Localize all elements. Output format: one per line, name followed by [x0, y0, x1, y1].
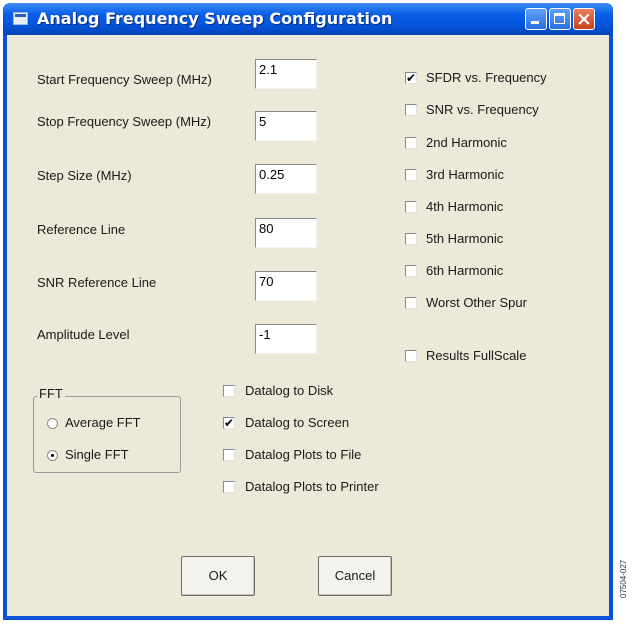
6th-harmonic-label: 6th Harmonic	[426, 263, 504, 278]
datalog-to-disk-checkbox[interactable]	[223, 385, 235, 397]
figure-code: 07504-027	[619, 559, 628, 598]
datalog-to-screen-label: Datalog to Screen	[245, 415, 350, 430]
start-frequency-label: Start Frequency Sweep (MHz)	[37, 72, 212, 87]
snr-vs-frequency-checkbox[interactable]	[405, 104, 417, 116]
5th-harmonic-label: 5th Harmonic	[426, 231, 504, 246]
snr-vs-frequency-label: SNR vs. Frequency	[426, 102, 539, 117]
6th-harmonic-checkbox[interactable]	[405, 265, 417, 277]
minimize-icon	[531, 21, 539, 24]
close-button[interactable]: ×	[573, 8, 595, 30]
cancel-button[interactable]: Cancel	[318, 556, 392, 596]
datalog-plots-to-file-checkbox[interactable]	[223, 449, 235, 461]
single-fft-label: Single FFT	[65, 447, 129, 462]
reference-line-input[interactable]: 80	[255, 218, 317, 248]
results-fullscale-checkbox[interactable]	[405, 350, 417, 362]
stop-frequency-input[interactable]: 5	[255, 111, 317, 141]
ok-button[interactable]: OK	[181, 556, 255, 596]
minimize-button[interactable]	[525, 8, 547, 30]
results-fullscale-label: Results FullScale	[426, 348, 527, 363]
start-frequency-input[interactable]: 2.1	[255, 59, 317, 89]
sfdr-vs-frequency-checkbox[interactable]: ✔	[405, 72, 417, 84]
average-fft-label: Average FFT	[65, 415, 141, 430]
datalog-plots-to-printer-checkbox[interactable]	[223, 481, 235, 493]
step-size-label: Step Size (MHz)	[37, 168, 132, 183]
title-bar[interactable]: Analog Frequency Sweep Configuration ×	[3, 3, 613, 35]
2nd-harmonic-label: 2nd Harmonic	[426, 135, 507, 150]
window-title: Analog Frequency Sweep Configuration	[37, 9, 393, 28]
dialog-window: Analog Frequency Sweep Configuration × S…	[3, 3, 613, 620]
5th-harmonic-checkbox[interactable]	[405, 233, 417, 245]
stop-frequency-label: Stop Frequency Sweep (MHz)	[37, 114, 212, 129]
3rd-harmonic-label: 3rd Harmonic	[426, 167, 505, 182]
datalog-to-disk-label: Datalog to Disk	[245, 383, 334, 398]
datalog-plots-to-printer-label: Datalog Plots to Printer	[245, 479, 379, 494]
single-fft-radio[interactable]	[47, 450, 58, 461]
amplitude-level-label: Amplitude Level	[37, 327, 130, 342]
maximize-button[interactable]	[549, 8, 571, 30]
worst-other-spur-checkbox[interactable]	[405, 297, 417, 309]
worst-other-spur-label: Worst Other Spur	[426, 295, 527, 310]
maximize-icon	[554, 13, 565, 24]
datalog-to-screen-checkbox[interactable]: ✔	[223, 417, 235, 429]
dialog-body: Start Frequency Sweep (MHz) 2.1 Stop Fre…	[7, 35, 609, 616]
average-fft-radio[interactable]	[47, 418, 58, 429]
snr-reference-line-input[interactable]: 70	[255, 271, 317, 301]
datalog-plots-to-file-label: Datalog Plots to File	[245, 447, 362, 462]
amplitude-level-input[interactable]: -1	[255, 324, 317, 354]
snr-reference-line-label: SNR Reference Line	[37, 275, 157, 290]
step-size-input[interactable]: 0.25	[255, 164, 317, 194]
sfdr-vs-frequency-label: SFDR vs. Frequency	[426, 70, 547, 85]
window-icon	[13, 12, 28, 25]
fft-group-label: FFT	[37, 386, 65, 401]
2nd-harmonic-checkbox[interactable]	[405, 137, 417, 149]
reference-line-label: Reference Line	[37, 222, 126, 237]
3rd-harmonic-checkbox[interactable]	[405, 169, 417, 181]
close-icon: ×	[576, 8, 592, 30]
4th-harmonic-label: 4th Harmonic	[426, 199, 504, 214]
4th-harmonic-checkbox[interactable]	[405, 201, 417, 213]
